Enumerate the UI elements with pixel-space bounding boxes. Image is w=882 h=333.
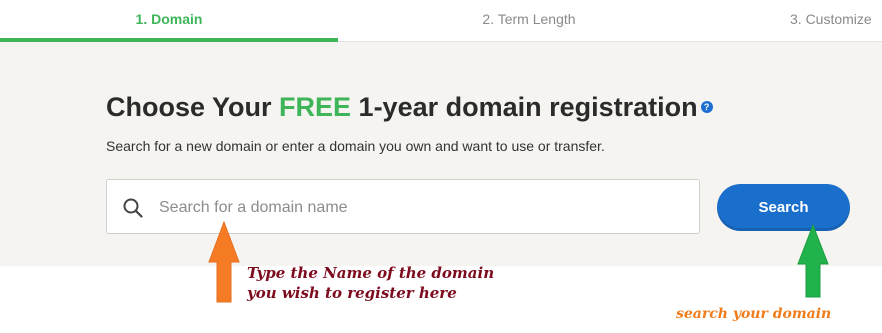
domain-search-box [106,179,700,234]
step-customize[interactable]: 3. Customize [790,0,882,40]
domain-search-panel: Choose Your FREE 1-year domain registrat… [0,42,882,266]
search-icon [123,198,143,218]
help-icon[interactable]: ? [700,100,713,113]
title-prefix: Choose Your [106,92,280,122]
green-arrow-icon [797,224,829,298]
progress-steps: 1. Domain 2. Term Length 3. Customize [0,0,882,42]
page-title: Choose Your FREE 1-year domain registrat… [106,92,713,123]
orange-arrow-icon [208,221,240,303]
annotation-button-note: search your domain [676,306,832,322]
title-suffix: 1-year domain registration [351,92,698,122]
page-subtitle: Search for a new domain or enter a domai… [106,138,605,154]
title-free-highlight: FREE [279,92,352,122]
step-term-length[interactable]: 2. Term Length [338,0,720,40]
annotation-input-note: Type the Name of the domain you wish to … [247,264,495,302]
search-button[interactable]: Search [717,184,850,231]
step-domain[interactable]: 1. Domain [0,0,338,40]
